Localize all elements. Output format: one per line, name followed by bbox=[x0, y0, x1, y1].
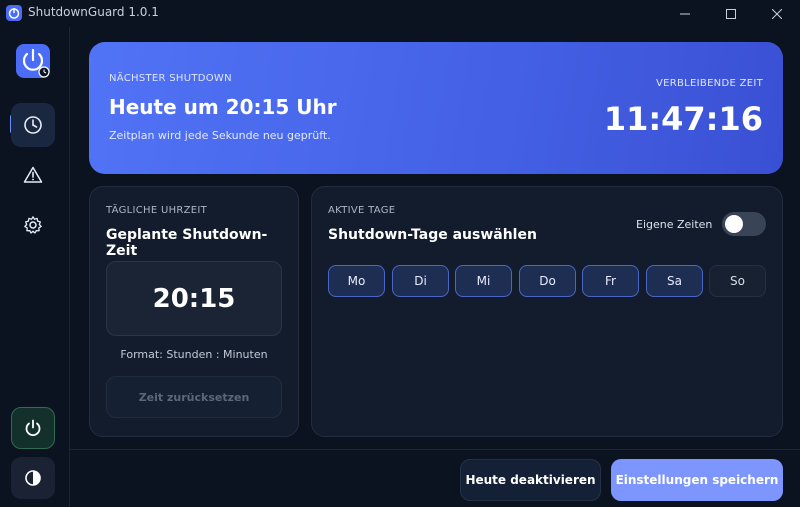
nav-settings-button[interactable] bbox=[11, 203, 55, 247]
next-shutdown-time: Heute um 20:15 Uhr bbox=[109, 95, 337, 119]
save-settings-button[interactable]: Einstellungen speichern bbox=[611, 459, 783, 501]
maximize-icon bbox=[726, 8, 736, 19]
next-shutdown-label: NÄCHSTER SHUTDOWN bbox=[109, 73, 232, 84]
maximize-button[interactable] bbox=[708, 0, 754, 27]
power-clock-icon bbox=[6, 5, 22, 21]
theme-toggle-button[interactable] bbox=[11, 457, 55, 499]
time-format-hint: Format: Stunden : Minuten bbox=[120, 348, 268, 361]
power-icon bbox=[25, 419, 41, 437]
active-days-title: Shutdown-Tage auswählen bbox=[328, 227, 537, 243]
minimize-button[interactable] bbox=[662, 0, 708, 27]
nav-warning-button[interactable] bbox=[11, 153, 55, 197]
reset-time-button[interactable]: Zeit zurücksetzen bbox=[106, 376, 282, 418]
active-days-card: AKTIVE TAGE Shutdown-Tage auswählen Eige… bbox=[311, 186, 783, 437]
active-days-label: AKTIVE TAGE bbox=[328, 205, 396, 216]
custom-times-toggle[interactable] bbox=[722, 212, 766, 236]
schedule-check-note: Zeitplan wird jede Sekunde neu geprüft. bbox=[109, 129, 331, 142]
day-button-so[interactable]: So bbox=[709, 265, 766, 297]
warning-icon bbox=[23, 166, 43, 183]
app-logo bbox=[16, 44, 50, 78]
day-button-mo[interactable]: Mo bbox=[328, 265, 385, 297]
next-shutdown-card: NÄCHSTER SHUTDOWN Heute um 20:15 Uhr Zei… bbox=[89, 42, 783, 174]
title-bar: ShutdownGuard 1.0.1 bbox=[0, 0, 800, 27]
deactivate-today-button[interactable]: Heute deaktivieren bbox=[460, 459, 601, 501]
daily-time-card: TÄGLICHE UHRZEIT Geplante Shutdown-Zeit … bbox=[89, 186, 299, 437]
sidebar bbox=[0, 27, 70, 507]
close-button[interactable] bbox=[754, 0, 800, 27]
nav-schedule-button[interactable] bbox=[11, 103, 55, 147]
contrast-icon bbox=[25, 470, 41, 486]
toggle-knob bbox=[725, 215, 743, 233]
remaining-time-label: VERBLEIBENDE ZEIT bbox=[656, 78, 763, 89]
daily-time-label: TÄGLICHE UHRZEIT bbox=[106, 205, 208, 216]
day-button-fr[interactable]: Fr bbox=[582, 265, 639, 297]
power-button[interactable] bbox=[11, 407, 55, 449]
daily-time-title: Geplante Shutdown-Zeit bbox=[106, 227, 268, 259]
close-icon bbox=[772, 8, 782, 19]
footer-divider bbox=[70, 449, 800, 450]
remaining-time-value: 11:47:16 bbox=[603, 100, 763, 138]
custom-times-label: Eigene Zeiten bbox=[636, 218, 713, 231]
minimize-icon bbox=[680, 13, 690, 14]
day-button-mi[interactable]: Mi bbox=[455, 265, 512, 297]
day-button-di[interactable]: Di bbox=[392, 265, 449, 297]
clock-icon bbox=[24, 116, 42, 134]
day-button-sa[interactable]: Sa bbox=[646, 265, 703, 297]
shutdown-time-input[interactable]: 20:15 bbox=[106, 261, 282, 336]
gear-icon bbox=[24, 216, 42, 234]
power-clock-icon bbox=[22, 48, 50, 78]
day-button-do[interactable]: Do bbox=[519, 265, 576, 297]
window-title: ShutdownGuard 1.0.1 bbox=[28, 5, 159, 19]
